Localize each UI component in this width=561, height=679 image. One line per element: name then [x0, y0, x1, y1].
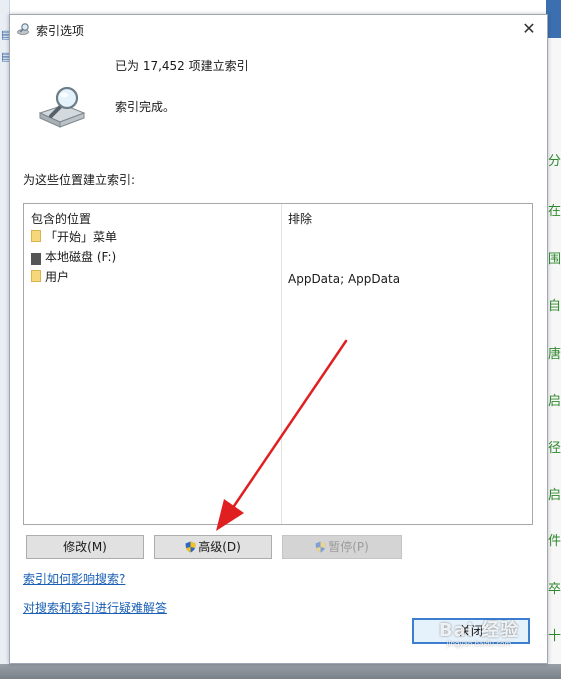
title-bar[interactable]: 索引选项 ✕	[10, 15, 547, 43]
locations-label: 为这些位置建立索引:	[23, 173, 136, 187]
close-icon[interactable]: ✕	[511, 15, 547, 43]
location-label: 本地磁盘 (F:)	[45, 249, 117, 264]
location-row-users[interactable]: 用户	[31, 267, 69, 285]
included-locations-header: 包含的位置	[31, 212, 92, 226]
folder-icon	[31, 230, 41, 242]
background-char: 径	[548, 441, 561, 456]
disk-magnifier-icon	[38, 86, 86, 128]
dialog-title: 索引选项	[36, 24, 85, 38]
location-label: 「开始」菜单	[45, 229, 118, 244]
background-char: 唐	[548, 347, 561, 362]
background-char: 自	[548, 299, 561, 314]
background-char: 启	[548, 488, 561, 503]
indexing-options-dialog: 索引选项 ✕ 已为 17,452 项建立索引 索引完成。 为这些位置建立索引: …	[9, 14, 548, 664]
indexed-count-text: 已为 17,452 项建立索引	[115, 59, 249, 73]
exclude-header: 排除	[288, 212, 313, 226]
folder-icon	[31, 270, 41, 282]
how-indexing-affects-search-link[interactable]: 索引如何影响搜索?	[23, 570, 125, 587]
exclude-cell-users: AppData; AppData	[288, 272, 401, 286]
advanced-button[interactable]: 高级(D)	[154, 535, 272, 559]
background-char: 十	[548, 629, 561, 644]
background-char: 在	[548, 204, 561, 219]
pause-button-label: 暂停(P)	[328, 540, 369, 554]
indexing-status-text: 索引完成。	[115, 100, 176, 114]
background-char: 分	[548, 154, 561, 169]
drive-icon	[31, 252, 41, 265]
background-window-right: 分 在 围 自 唐 启 径 启 件 卒 十	[546, 0, 561, 679]
modify-button[interactable]: 修改(M)	[26, 535, 144, 559]
advanced-button-label: 高级(D)	[198, 540, 241, 554]
background-char: 卒	[548, 582, 561, 597]
background-char: 围	[548, 252, 561, 267]
indexing-options-icon	[17, 23, 29, 35]
indexed-locations-list[interactable]: 包含的位置 排除 「开始」菜单 本地磁盘 (F:) 用户 AppData; Ap…	[23, 203, 533, 525]
pause-button: 暂停(P)	[282, 535, 402, 559]
troubleshoot-search-link[interactable]: 对搜索和索引进行疑难解答	[23, 599, 167, 616]
uac-shield-icon	[315, 541, 326, 553]
background-window-header	[546, 0, 561, 38]
background-taskbar	[0, 664, 561, 679]
uac-shield-icon	[185, 541, 196, 553]
column-divider	[281, 204, 282, 524]
background-char: 启	[548, 394, 561, 409]
location-row-start-menu[interactable]: 「开始」菜单	[31, 227, 117, 245]
close-button[interactable]: 关闭	[412, 618, 530, 644]
location-label: 用户	[45, 269, 70, 284]
background-char: 件	[548, 534, 561, 549]
location-row-local-disk[interactable]: 本地磁盘 (F:)	[31, 247, 116, 265]
